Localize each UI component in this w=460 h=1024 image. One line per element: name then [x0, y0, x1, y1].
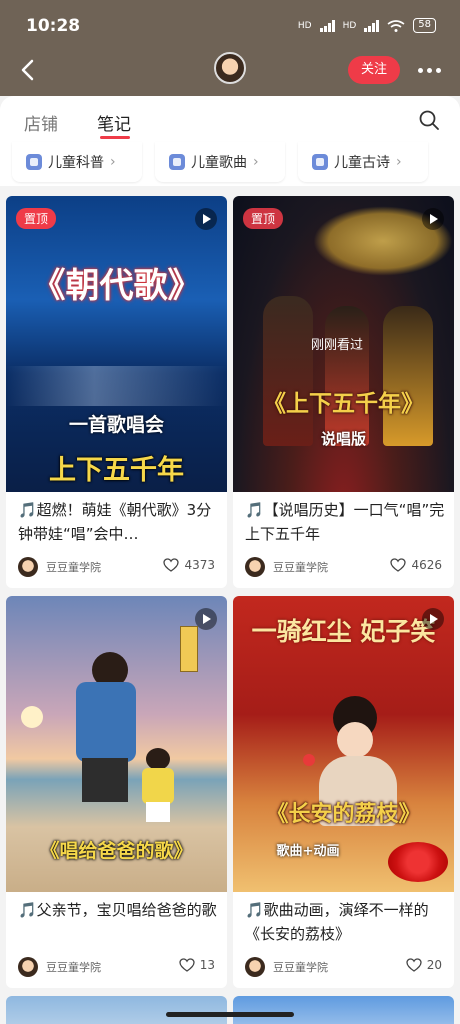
- search-icon[interactable]: [418, 109, 440, 131]
- like-count: 13: [199, 958, 215, 972]
- author-avatar: [18, 957, 38, 977]
- like-button[interactable]: 4373: [163, 558, 215, 572]
- art-title: 《长安的荔枝》: [266, 801, 421, 827]
- tab-notes[interactable]: 笔记: [97, 110, 131, 135]
- art-subtitle: 说唱版: [320, 430, 366, 448]
- chip-label: 儿童科普: [48, 155, 104, 171]
- home-indicator[interactable]: [166, 1012, 294, 1017]
- category-chips: 儿童科普 › 儿童歌曲 › 儿童古诗 ›: [0, 142, 460, 186]
- note-title: 🎵歌曲动画，演绎不一样的《长安的荔枝》: [245, 901, 429, 943]
- top-bar: 10:28 HD HD 58 关注: [0, 0, 460, 96]
- chip-science[interactable]: 儿童科普 ›: [12, 142, 142, 182]
- author-name: 豆豆童学院: [273, 961, 328, 974]
- collection-icon: [312, 154, 328, 170]
- note-card[interactable]: 一骑红尘 妃子笑 《长安的荔枝》 歌曲+动画 🎵歌曲动画，演绎不一样的《长安的荔…: [233, 596, 454, 988]
- note-thumbnail: 《朝代歌》 一首歌唱会 上下五千年 置顶: [6, 196, 227, 492]
- collection-icon: [26, 154, 42, 170]
- art-subtitle: 一首歌唱会: [68, 414, 164, 436]
- heart-icon: [406, 958, 422, 972]
- note-title: 🎵超燃！萌娃《朝代歌》3分钟带娃“唱”会中…: [18, 501, 212, 543]
- art-top-text: 一骑红尘 妃子笑: [251, 617, 436, 646]
- like-button[interactable]: 20: [406, 958, 442, 972]
- author[interactable]: 豆豆童学院: [18, 557, 101, 577]
- pinned-badge: 置顶: [16, 208, 57, 229]
- next-note-card-peek: [233, 996, 454, 1024]
- collection-icon: [169, 154, 185, 170]
- battery-indicator: 58: [413, 18, 436, 33]
- more-icon[interactable]: [418, 68, 441, 73]
- signal-icon: [319, 19, 335, 32]
- note-title: 🎵【说唱历史】一口气“唱”完上下五千年: [245, 501, 445, 543]
- art-title: 《唱给爸爸的歌》: [40, 840, 193, 862]
- signal-icon-2: [364, 19, 380, 32]
- chevron-right-icon: ›: [110, 154, 116, 170]
- signal-1-label: HD: [297, 20, 312, 31]
- content-sheet: 店铺 笔记 儿童科普 › 儿童歌曲 › 儿童古诗 › 《朝代歌》 一首歌唱会 上…: [0, 96, 460, 1024]
- like-button[interactable]: 13: [179, 958, 215, 972]
- chip-songs[interactable]: 儿童歌曲 ›: [155, 142, 285, 182]
- heart-icon: [163, 558, 180, 572]
- like-count: 20: [426, 958, 442, 972]
- like-count: 4373: [184, 558, 215, 572]
- like-button[interactable]: 4626: [390, 558, 442, 572]
- play-icon: [422, 608, 444, 630]
- chip-label: 儿童古诗: [334, 155, 390, 171]
- play-icon: [195, 608, 217, 630]
- art-subtitle: 歌曲+动画: [276, 844, 340, 859]
- recently-viewed-label: 刚刚看过: [311, 338, 364, 353]
- author-name: 豆豆童学院: [46, 961, 101, 974]
- art-title: 《朝代歌》: [31, 266, 202, 306]
- note-card[interactable]: 《唱给爸爸的歌》 🎵父亲节，宝贝唱给爸爸的歌 豆豆童学院 13: [6, 596, 227, 988]
- chevron-right-icon: ›: [253, 154, 259, 170]
- note-card[interactable]: 刚刚看过 《上下五千年》 说唱版 置顶 🎵【说唱历史】一口气“唱”完上下五千年 …: [233, 196, 454, 588]
- follow-button[interactable]: 关注: [348, 56, 400, 84]
- art-big-title: 上下五千年: [49, 455, 184, 486]
- status-icons: HD HD 58: [298, 18, 436, 33]
- note-title: 🎵父亲节，宝贝唱给爸爸的歌: [18, 901, 217, 919]
- author-name: 豆豆童学院: [46, 561, 101, 574]
- author[interactable]: 豆豆童学院: [245, 557, 328, 577]
- play-icon: [195, 208, 217, 230]
- author-avatar: [18, 557, 38, 577]
- back-icon[interactable]: [18, 58, 38, 82]
- pinned-badge: 置顶: [243, 208, 284, 229]
- like-count: 4626: [411, 558, 442, 572]
- chip-poems[interactable]: 儿童古诗 ›: [298, 142, 428, 182]
- profile-avatar[interactable]: [214, 52, 246, 84]
- art-title: 《上下五千年》: [263, 390, 424, 417]
- note-card[interactable]: 《朝代歌》 一首歌唱会 上下五千年 置顶 🎵超燃！萌娃《朝代歌》3分钟带娃“唱”…: [6, 196, 227, 588]
- chip-label: 儿童歌曲: [191, 155, 247, 171]
- chevron-right-icon: ›: [396, 154, 402, 170]
- author[interactable]: 豆豆童学院: [245, 957, 328, 977]
- play-icon: [422, 208, 444, 230]
- note-thumbnail: 刚刚看过 《上下五千年》 说唱版 置顶: [233, 196, 454, 492]
- note-thumbnail: 一骑红尘 妃子笑 《长安的荔枝》 歌曲+动画: [233, 596, 454, 892]
- tab-store[interactable]: 店铺: [24, 110, 58, 135]
- wifi-icon: [387, 19, 405, 32]
- author[interactable]: 豆豆童学院: [18, 957, 101, 977]
- tab-bar: 店铺 笔记: [0, 96, 460, 142]
- tab-indicator: [100, 136, 130, 139]
- status-time: 10:28: [26, 16, 81, 36]
- next-note-card-peek: [6, 996, 227, 1024]
- note-thumbnail: 《唱给爸爸的歌》: [6, 596, 227, 892]
- author-avatar: [245, 957, 265, 977]
- author-name: 豆豆童学院: [273, 561, 328, 574]
- signal-2-label: HD: [342, 20, 357, 31]
- heart-icon: [179, 958, 195, 972]
- heart-icon: [390, 558, 407, 572]
- author-avatar: [245, 557, 265, 577]
